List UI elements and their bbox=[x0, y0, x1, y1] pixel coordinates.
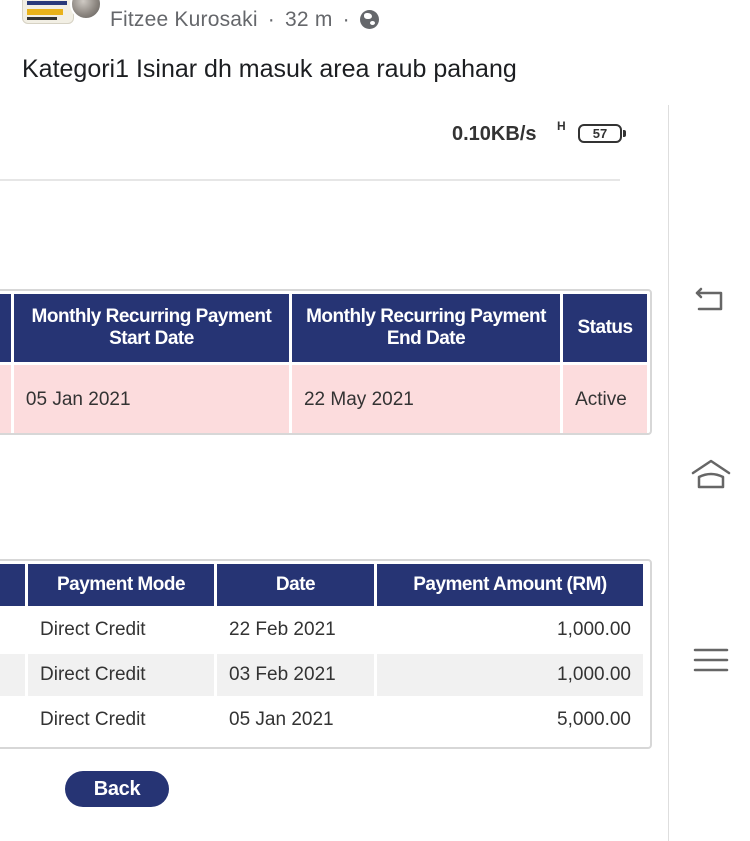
meta-separator: · bbox=[342, 8, 350, 31]
table-header-cell bbox=[0, 294, 11, 362]
menu-icon[interactable] bbox=[689, 640, 733, 680]
shared-screenshot: 0.10KB/s H 57 Monthly Recurring Payment … bbox=[0, 105, 750, 841]
home-icon[interactable] bbox=[689, 455, 733, 495]
table-header-row: Monthly Recurring Payment Start Date Mon… bbox=[0, 294, 647, 362]
payment-date-cell: 03 Feb 2021 bbox=[217, 654, 374, 696]
table-row: Direct Credit 05 Jan 2021 5,000.00 bbox=[0, 699, 643, 741]
end-date-cell: 22 May 2021 bbox=[291, 365, 561, 433]
table-header-cell: Monthly Recurring Payment Start Date bbox=[13, 294, 289, 362]
table-row: Direct Credit 22 Feb 2021 1,000.00 bbox=[0, 609, 643, 651]
payment-history-table: Payment Mode Date Payment Amount (RM) Di… bbox=[0, 559, 652, 749]
post-header: Fitzee Kurosaki · 32 m · Kategori1 Isina… bbox=[0, 0, 750, 105]
post-meta: Fitzee Kurosaki · 32 m · bbox=[110, 8, 379, 32]
divider bbox=[0, 179, 620, 181]
table-header-cell: Monthly Recurring Payment End Date bbox=[291, 294, 561, 362]
post-time[interactable]: 32 m bbox=[285, 8, 333, 31]
back-button[interactable]: Back bbox=[65, 771, 169, 807]
post-text: Kategori1 Isinar dh masuk area raub paha… bbox=[22, 55, 517, 83]
table-header-cell: Date bbox=[217, 564, 374, 606]
meta-separator: · bbox=[267, 8, 275, 31]
payment-mode-cell: Direct Credit bbox=[40, 619, 146, 640]
table-cell bbox=[0, 609, 25, 651]
payment-mode-cell: Direct Credit bbox=[40, 709, 146, 730]
page-thumbnail-image bbox=[22, 0, 74, 24]
table-cell bbox=[0, 365, 11, 433]
avatar[interactable] bbox=[22, 0, 102, 32]
battery-level: 57 bbox=[592, 126, 608, 141]
payment-date-cell: 22 Feb 2021 bbox=[229, 619, 336, 640]
back-arrow-icon[interactable] bbox=[689, 281, 733, 321]
table-cell bbox=[0, 699, 25, 741]
table-header-cell: Payment Amount (RM) bbox=[377, 564, 643, 606]
table-header-cell bbox=[0, 564, 25, 606]
profile-photo[interactable] bbox=[70, 0, 102, 20]
payment-amount-cell: 1,000.00 bbox=[557, 619, 631, 640]
network-type-indicator: H bbox=[557, 119, 566, 133]
table-header-row: Payment Mode Date Payment Amount (RM) bbox=[0, 564, 643, 606]
table-cell bbox=[0, 654, 25, 696]
status-cell: Active bbox=[563, 365, 647, 433]
author-name[interactable]: Fitzee Kurosaki bbox=[110, 8, 258, 31]
system-nav-bar bbox=[668, 105, 750, 841]
payment-amount-cell: 5,000.00 bbox=[557, 709, 631, 730]
battery-icon: 57 bbox=[578, 124, 626, 143]
payment-amount-cell: 1,000.00 bbox=[377, 654, 643, 696]
truncated-text bbox=[0, 151, 1, 161]
table-header-cell: Status bbox=[563, 294, 647, 362]
table-row: Direct Credit 03 Feb 2021 1,000.00 bbox=[0, 654, 643, 696]
network-speed: 0.10KB/s bbox=[452, 123, 537, 145]
payment-mode-cell: Direct Credit bbox=[28, 654, 214, 696]
globe-icon bbox=[359, 10, 379, 29]
table-row: 05 Jan 2021 22 May 2021 Active bbox=[0, 365, 647, 433]
start-date-cell: 05 Jan 2021 bbox=[13, 365, 289, 433]
payment-date-cell: 05 Jan 2021 bbox=[229, 709, 334, 730]
table-header-cell: Payment Mode bbox=[28, 564, 214, 606]
recurring-payment-table: Monthly Recurring Payment Start Date Mon… bbox=[0, 289, 652, 435]
